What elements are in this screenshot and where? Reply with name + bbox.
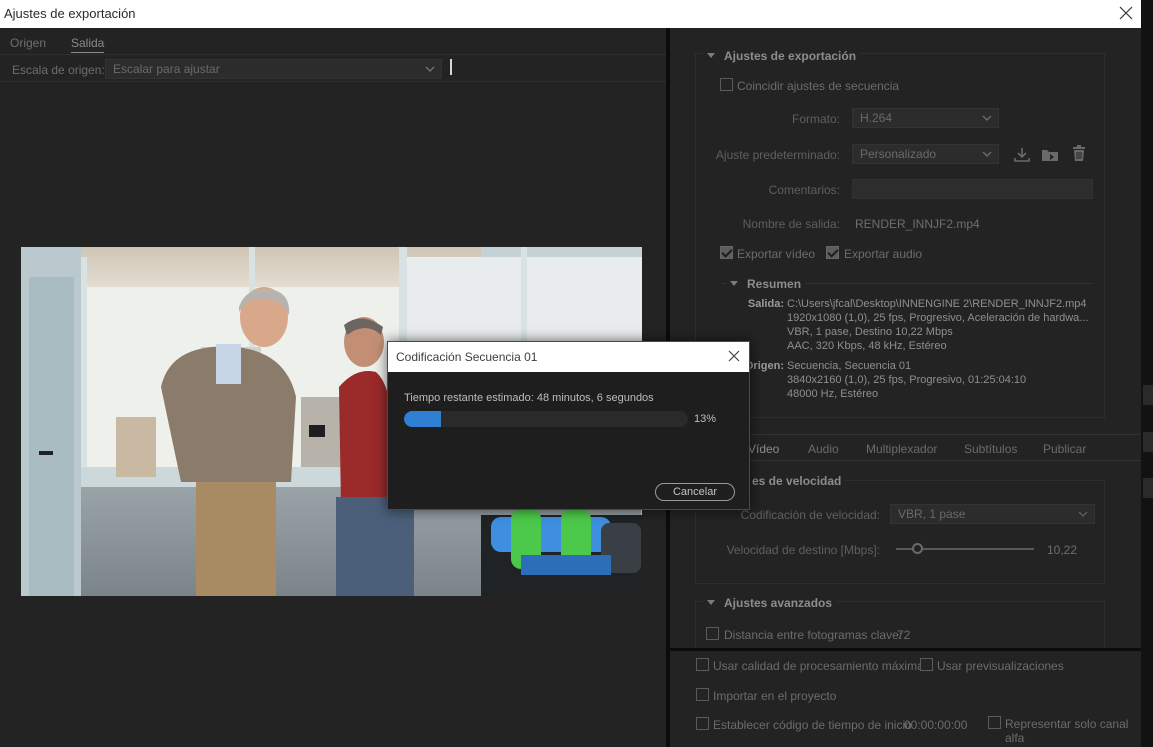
- max-quality-checkbox[interactable]: [696, 658, 709, 671]
- encoding-dialog-title: Codificación Secuencia 01: [396, 350, 538, 364]
- comments-input[interactable]: [852, 179, 1093, 199]
- target-bitrate-label: Velocidad de destino [Mbps]:: [726, 543, 880, 557]
- import-preset-icon[interactable]: [1041, 145, 1059, 163]
- summary-output-line: 1920x1080 (1,0), 25 fps, Progresivo, Ace…: [787, 312, 1089, 324]
- export-audio-checkbox[interactable]: [826, 246, 839, 259]
- comments-label: Comentarios:: [768, 183, 840, 197]
- tab-origen[interactable]: Origen: [10, 36, 46, 50]
- time-remaining-text: Tiempo restante estimado: 48 minutos, 6 …: [404, 392, 654, 404]
- keyframe-distance-label: Distancia entre fotogramas clave:: [724, 628, 903, 642]
- close-icon[interactable]: [1117, 4, 1135, 22]
- alpha-only-checkbox[interactable]: [988, 716, 1001, 729]
- chevron-down-icon: [981, 110, 993, 126]
- bitrate-encoding-label: Codificación de velocidad:: [740, 508, 880, 522]
- bitrate-encoding-select[interactable]: VBR, 1 pase: [890, 504, 1095, 524]
- preset-label: Ajuste predeterminado:: [715, 148, 840, 162]
- timecode-value[interactable]: 00:00:00:00: [904, 718, 967, 732]
- preset-value: Personalizado: [860, 147, 937, 161]
- match-sequence-label: Coincidir ajustes de secuencia: [737, 79, 900, 93]
- source-scale-row: Escala de origen: Escalar para ajustar: [0, 56, 666, 82]
- edge-mark: [1143, 432, 1153, 452]
- source-scale-select[interactable]: Escalar para ajustar: [105, 59, 442, 79]
- keyframe-distance-checkbox[interactable]: [706, 627, 719, 640]
- bitrate-section: [695, 480, 1105, 584]
- target-bitrate-slider[interactable]: [896, 543, 1034, 554]
- export-video-label: Exportar vídeo: [737, 247, 816, 261]
- encoding-progress-bar: [404, 411, 688, 427]
- chevron-down-icon: [1077, 506, 1089, 522]
- chevron-down-icon: [981, 146, 993, 162]
- preview-tabs: Origen Salida: [0, 28, 666, 55]
- subtab-audio[interactable]: Audio: [808, 442, 839, 456]
- advanced-header[interactable]: Ajustes avanzados: [703, 596, 837, 610]
- set-timecode-label: Establecer código de tiempo de inicio: [713, 718, 912, 732]
- export-settings-header[interactable]: Ajustes de exportación: [703, 49, 861, 63]
- alpha-only-label: Representar solo canal alfa: [1005, 717, 1129, 745]
- bitrate-encoding-value: VBR, 1 pase: [898, 507, 966, 521]
- save-preset-icon[interactable]: [1013, 145, 1031, 163]
- encoding-dialog-titlebar: Codificación Secuencia 01: [388, 342, 749, 372]
- collapse-triangle-icon: [707, 53, 715, 58]
- import-project-checkbox[interactable]: [696, 688, 709, 701]
- subtab-multiplexer[interactable]: Multiplexador: [866, 442, 937, 456]
- collapse-triangle-icon: [730, 281, 738, 286]
- source-scale-label: Escala de origen:: [12, 63, 105, 77]
- use-previews-checkbox[interactable]: [920, 658, 933, 671]
- crop-cursor: [450, 59, 452, 75]
- match-sequence-checkbox[interactable]: [720, 78, 733, 91]
- output-name-link[interactable]: RENDER_INNJF2.mp4: [855, 217, 980, 231]
- summary-output-key: Salida:: [747, 298, 784, 310]
- summary-source-line: 48000 Hz, Estéreo: [787, 388, 879, 400]
- tab-salida[interactable]: Salida: [71, 36, 105, 53]
- summary-source-line: Secuencia, Secuencia 01: [787, 360, 912, 372]
- use-previews-label: Usar previsualizaciones: [937, 659, 1064, 673]
- summary-output-line: C:\Users\jfcal\Desktop\INNENGINE 2\RENDE…: [787, 298, 1087, 310]
- subtab-publish[interactable]: Publicar: [1043, 442, 1086, 456]
- output-name-label: Nombre de salida:: [742, 217, 840, 231]
- window-title: Ajustes de exportación: [4, 6, 136, 21]
- summary-output-line: VBR, 1 pase, Destino 10,22 Mbps: [787, 326, 953, 338]
- export-audio-label: Exportar audio: [844, 247, 923, 261]
- keyframe-distance-value[interactable]: 72: [897, 628, 910, 642]
- subtab-video[interactable]: Vídeo: [748, 442, 779, 456]
- format-value: H.264: [860, 111, 893, 125]
- edge-mark: [1143, 478, 1153, 498]
- summary-output-line: AAC, 320 Kbps, 48 kHz, Estéreo: [787, 340, 947, 352]
- encoding-percent: 13%: [694, 413, 717, 425]
- close-icon[interactable]: [726, 348, 742, 364]
- bitrate-header[interactable]: es de velocidad: [748, 474, 846, 488]
- chevron-down-icon: [424, 61, 436, 77]
- preset-select[interactable]: Personalizado: [852, 144, 999, 164]
- summary-header[interactable]: Resumen: [726, 277, 806, 291]
- target-bitrate-value[interactable]: 10,22: [1047, 543, 1077, 557]
- max-quality-label: Usar calidad de procesamiento máxima: [713, 659, 924, 673]
- subtab-captions[interactable]: Subtítulos: [964, 442, 1017, 456]
- render-options: Usar calidad de procesamiento máxima Usa…: [670, 651, 1141, 747]
- export-video-checkbox[interactable]: [720, 246, 733, 259]
- delete-preset-icon[interactable]: [1070, 144, 1088, 162]
- summary-source-line: 3840x2160 (1,0), 25 fps, Progresivo, 01:…: [787, 374, 1027, 386]
- settings-subtabs: Vídeo Audio Multiplexador Subtítulos Pub…: [696, 434, 1140, 461]
- cancel-button[interactable]: Cancelar: [655, 483, 735, 501]
- settings-pane: Ajustes de exportación Coincidir ajustes…: [670, 28, 1141, 650]
- set-timecode-checkbox[interactable]: [696, 717, 709, 730]
- import-project-label: Importar en el proyecto: [713, 689, 837, 703]
- encoding-progress-fill: [404, 411, 441, 427]
- source-scale-value: Escalar para ajustar: [113, 62, 220, 76]
- slider-knob[interactable]: [912, 543, 923, 554]
- window-titlebar: Ajustes de exportación: [0, 0, 1141, 28]
- format-label: Formato:: [791, 112, 840, 126]
- format-select[interactable]: H.264: [852, 108, 999, 128]
- background-window-edge: [1141, 0, 1153, 747]
- encoding-dialog: Codificación Secuencia 01 Tiempo restant…: [387, 341, 750, 510]
- collapse-triangle-icon: [707, 600, 715, 605]
- edge-mark: [1143, 385, 1153, 405]
